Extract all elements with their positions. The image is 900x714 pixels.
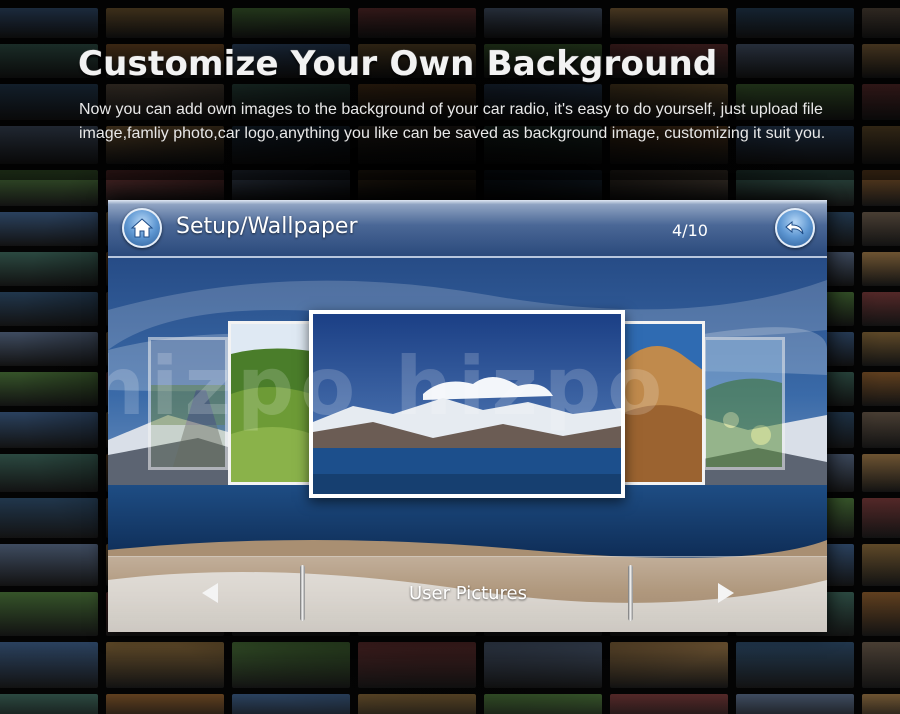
triangle-right-icon[interactable] [716, 581, 736, 605]
wallpaper-thumbnail-wildflowers[interactable] [703, 337, 785, 470]
triangle-left-icon[interactable] [200, 581, 220, 605]
user-pictures-button[interactable]: User Pictures [338, 583, 598, 604]
wallpaper-setup-screen: Setup/Wallpaper 4/10 User Pictures [108, 200, 827, 632]
back-arrow-icon [785, 220, 804, 235]
divider-left [300, 565, 305, 621]
screen-title: Setup/Wallpaper [176, 214, 358, 239]
promo-headline: Customize Your Own Background [78, 44, 718, 84]
wallpaper-thumbnail-mountain-lake[interactable] [309, 310, 625, 498]
page-counter: 4/10 [672, 221, 708, 240]
home-icon [130, 218, 154, 238]
wall-top-shade [0, 0, 900, 180]
wallpaper-thumbnail-desert-dune[interactable] [618, 321, 705, 485]
wallpaper-thumbnail-green-hills[interactable] [228, 321, 314, 485]
promo-description: Now you can add own images to the backgr… [79, 101, 826, 142]
back-button[interactable] [775, 208, 815, 248]
control-bar: User Pictures [108, 556, 827, 632]
wallpaper-thumbnail-road[interactable] [148, 337, 228, 470]
divider-right [628, 565, 633, 621]
title-bar: Setup/Wallpaper 4/10 [108, 200, 827, 258]
home-button[interactable] [122, 208, 162, 248]
